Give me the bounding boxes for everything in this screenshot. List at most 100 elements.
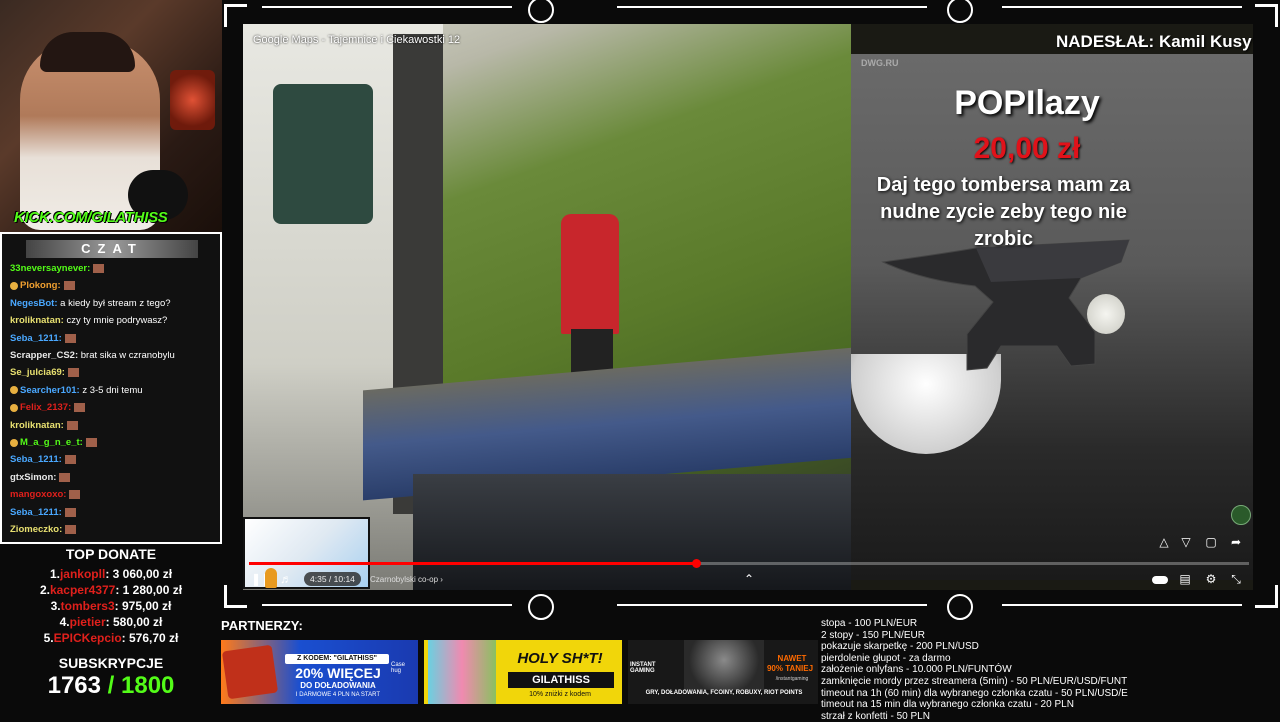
chat-message-list: 33neversaynever: Plokong: NegesBot: a kied… [10,260,220,539]
chat-username[interactable]: Ziomeczko: [10,524,62,535]
instant-gaming-logo: INSTANT GAMING [630,662,656,674]
chat-username[interactable]: Seba_1211: [10,333,62,344]
video-title[interactable]: Google Maps - Tajemnice i Ciekawostki 12 [253,34,460,46]
price-item: strzał z konfetti - 50 PLN [821,710,930,722]
chat-username[interactable]: Plokong: [20,280,61,291]
donate-row: 3.tombers3: 975,00 zł [0,598,222,614]
chat-message: Seba_1211: [10,504,220,521]
emote-icon [66,420,78,430]
frame-line [262,604,512,606]
discount-tag: NAWET [777,654,807,663]
progress-fill [249,562,696,565]
emote-icon [65,525,77,535]
chat-username[interactable]: Se_julcia69: [10,367,65,378]
chat-message: Searcher101: z 3-5 dni temu [10,382,220,399]
volume-icon[interactable]: ♬ [279,572,293,586]
donor-name: EPICKepcio [53,631,122,645]
chat-message: 33neversaynever: [10,260,220,277]
donor-name: pietier [69,615,106,629]
settings-gear-icon[interactable]: ⚙ [1204,572,1218,586]
donate-row: 2.kacper4377: 1 280,00 zł [0,582,222,598]
chat-username[interactable]: Seba_1211: [10,507,62,518]
donate-amount: : 3 060,00 zł [105,567,173,581]
price-item: pierdolenie głupot - za darmo [821,652,951,664]
donate-row: 1.jankopll: 3 060,00 zł [0,566,222,582]
donate-amount: : 1 280,00 zł [115,583,183,597]
chat-message: gtxSimon: [10,469,220,486]
witcher-artwork [684,640,764,690]
donate-rank: 1. [49,567,60,581]
chat-message: Plokong: [10,277,220,294]
time-display: 4:35 / 10:14 [304,572,361,586]
comment-icon[interactable]: ▢ [1204,535,1218,549]
chat-panel: CZAT 33neversaynever: Plokong: NegesBot: a… [0,232,222,544]
emote-icon [64,507,76,517]
chat-message: mangoxoxo: [10,486,220,503]
video-player[interactable]: DWG.RU POPIlazy 20,00 zł Daj tego tomber… [243,24,1253,590]
brand-logo-icon [528,0,554,23]
chat-message: Felix_2137: [10,399,220,416]
promo-code-label: Z KODEM: "GILATHISS" [285,654,389,664]
chat-username[interactable]: Seba_1211: [10,454,62,465]
emote-icon [59,472,71,482]
casehug-logo: Case hug [391,662,406,674]
chat-username[interactable]: NegesBot: [10,298,58,309]
chat-title: CZAT [26,240,198,258]
chat-message: Seba_1211: [10,451,220,468]
holyshit-banner[interactable]: HOLY SH*T! GILATHISS 10% zniżki z kodem [424,640,622,704]
progress-handle[interactable] [692,559,701,568]
dislike-icon[interactable]: ▽ [1179,535,1193,549]
donor-name: jankopll [59,567,106,581]
share-icon[interactable]: ➦ [1229,535,1243,549]
chat-message: Ziomeczko: [10,521,220,538]
frame-line [617,6,927,8]
pause-icon[interactable]: ❚❚ [251,572,271,586]
chat-username[interactable]: M_a_g_n_e_t: [20,437,83,448]
chat-message: NegesBot: a kiedy był stream z tego? [10,295,220,312]
price-item: założenie onlyfans - 10.000 PLN/FUNTÓW [821,664,1012,676]
instant-gaming-footer: GRY, DOŁADOWANIA, FCOINY, ROBUXY, RIOT P… [645,690,803,696]
chat-message: Seba_1211: [10,330,220,347]
chat-text: z 3-5 dni temu [79,384,143,396]
chevron-up-icon[interactable]: ⌃ [742,572,756,586]
donate-rank: 4. [59,615,70,629]
price-item: timeout na 15 min dla wybranego członka … [821,699,1074,711]
donate-rank: 2. [39,583,50,597]
user-badge-icon [10,403,18,412]
pegman-icon [265,568,277,588]
donor-name: kacper4377 [49,583,116,597]
top-donate-title: TOP DONATE [65,546,157,562]
subs-count: 1763 [47,672,101,699]
donate-row: 4.pietier: 580,00 zł [0,614,222,630]
background-lamp [170,70,215,130]
chat-username[interactable]: mangoxoxo: [10,489,66,500]
donation-amount: 20,00 zł [973,132,1081,165]
promo-headline: 20% WIĘCEJ [295,665,381,681]
instant-gaming-banner[interactable]: INSTANT GAMING NAWET 90% TANIEJ /instant… [628,640,818,704]
chat-text: a kiedy był stream z tego? [57,297,171,309]
chest-icon [221,644,279,700]
partners-title: PARTNERZY: [221,618,303,633]
channel-url: KICK.COM/GILATHISS [14,209,168,226]
subtitles-icon[interactable]: ▤ [1178,572,1192,586]
watermark: DWG.RU [861,58,899,68]
chat-message: M_a_g_n_e_t: [10,434,220,451]
donate-rank: 3. [50,599,61,613]
chat-username[interactable]: 33neversaynever: [10,263,90,274]
like-icon[interactable]: △ [1157,535,1171,549]
fullscreen-icon[interactable]: ⤡ [1229,572,1243,586]
chapter-label[interactable]: Czarnobylski co-op › [370,575,443,584]
chat-message: kroliknatan: [10,417,220,434]
chat-username[interactable]: Felix_2137: [20,402,71,413]
donor-name: tombers3 [60,599,115,613]
emote-icon [67,368,79,378]
chat-username[interactable]: gtxSimon: [10,472,56,483]
chat-username[interactable]: kroliknatan: [10,315,64,326]
casehug-banner[interactable]: Z KODEM: "GILATHISS" 20% WIĘCEJ DO DOŁAD… [221,640,418,704]
autoplay-toggle[interactable] [1152,576,1168,584]
chat-username[interactable]: Scrapper_CS2: [10,350,78,361]
chat-username[interactable]: kroliknatan: [10,420,64,431]
channel-avatar[interactable] [1231,505,1251,525]
price-item: timeout na 1h (60 min) dla wybranego czł… [821,687,1128,699]
chat-username[interactable]: Searcher101: [20,385,80,396]
